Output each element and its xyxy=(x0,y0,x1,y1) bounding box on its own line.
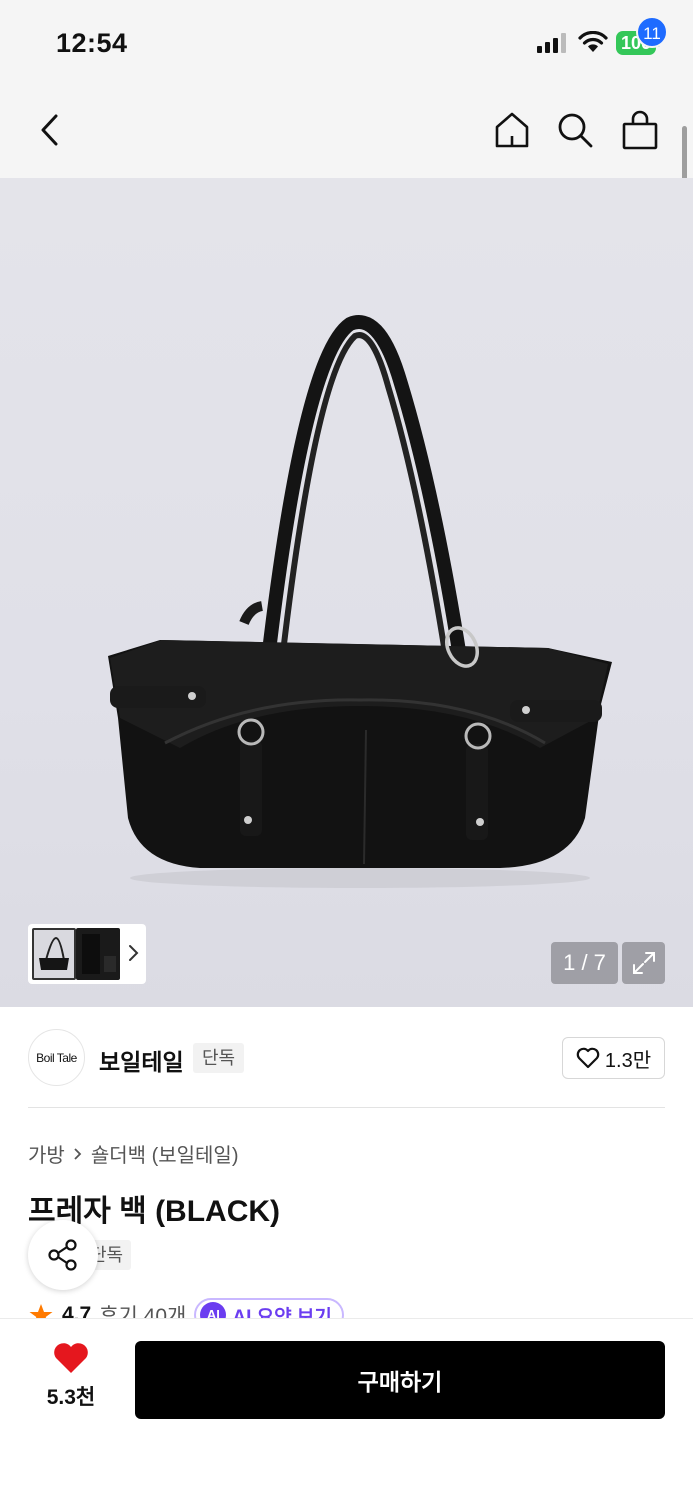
wishlist-count: 5.3천 xyxy=(46,1386,96,1409)
brand-like-count: 1.3만 xyxy=(604,1049,652,1072)
home-icon xyxy=(495,112,529,148)
brand-name[interactable]: 보일테일 xyxy=(99,1043,184,1077)
brand-row: Boil Tale 보일테일 단독 1.3만 xyxy=(0,1007,693,1107)
cart-count-badge: 11 xyxy=(636,16,668,48)
thumbnail-2[interactable] xyxy=(76,928,120,980)
expand-icon xyxy=(632,952,655,974)
buy-button[interactable]: 구매하기 xyxy=(135,1341,665,1419)
wishlist-button[interactable]: 5.3천 xyxy=(28,1341,114,1421)
shopping-bag-icon xyxy=(622,110,658,150)
wifi-icon xyxy=(578,31,608,52)
breadcrumb: 가방 숄더백 (보일테일) xyxy=(28,1139,239,1168)
bottom-action-bar: 5.3천 구매하기 xyxy=(0,1318,693,1500)
image-page-counter: 1 / 7 xyxy=(551,942,618,984)
brand-exclusive-badge: 단독 xyxy=(193,1043,245,1073)
brand-like-button[interactable]: 1.3만 xyxy=(562,1037,665,1079)
status-time: 12:54 xyxy=(56,28,128,58)
cart-button[interactable] xyxy=(618,108,662,152)
product-image-gallery[interactable] xyxy=(0,178,693,1007)
back-button[interactable] xyxy=(28,108,72,152)
heart-filled-icon xyxy=(54,1343,88,1373)
breadcrumb-subcategory[interactable]: 숄더백 (보일테일) xyxy=(91,1139,239,1168)
search-icon xyxy=(558,113,593,148)
divider xyxy=(28,1107,665,1108)
cellular-signal-icon xyxy=(537,33,566,53)
chevron-left-icon xyxy=(41,114,58,146)
status-bar: 12:54 100 xyxy=(0,0,693,88)
search-button[interactable] xyxy=(553,108,597,152)
share-icon xyxy=(48,1239,77,1271)
chevron-right-icon xyxy=(74,1147,82,1160)
share-button[interactable] xyxy=(28,1220,98,1290)
brand-logo[interactable]: Boil Tale xyxy=(28,1029,85,1086)
chevron-right-icon[interactable] xyxy=(124,942,142,964)
thumbnail-1[interactable] xyxy=(32,928,76,980)
fullscreen-button[interactable] xyxy=(622,942,665,984)
heart-outline-icon xyxy=(576,1047,600,1069)
thumbnail-strip[interactable] xyxy=(28,924,146,984)
product-image-black-shoulder-bag xyxy=(108,315,612,888)
top-nav-bar xyxy=(0,88,693,178)
breadcrumb-category[interactable]: 가방 xyxy=(28,1139,65,1168)
home-button[interactable] xyxy=(490,108,534,152)
